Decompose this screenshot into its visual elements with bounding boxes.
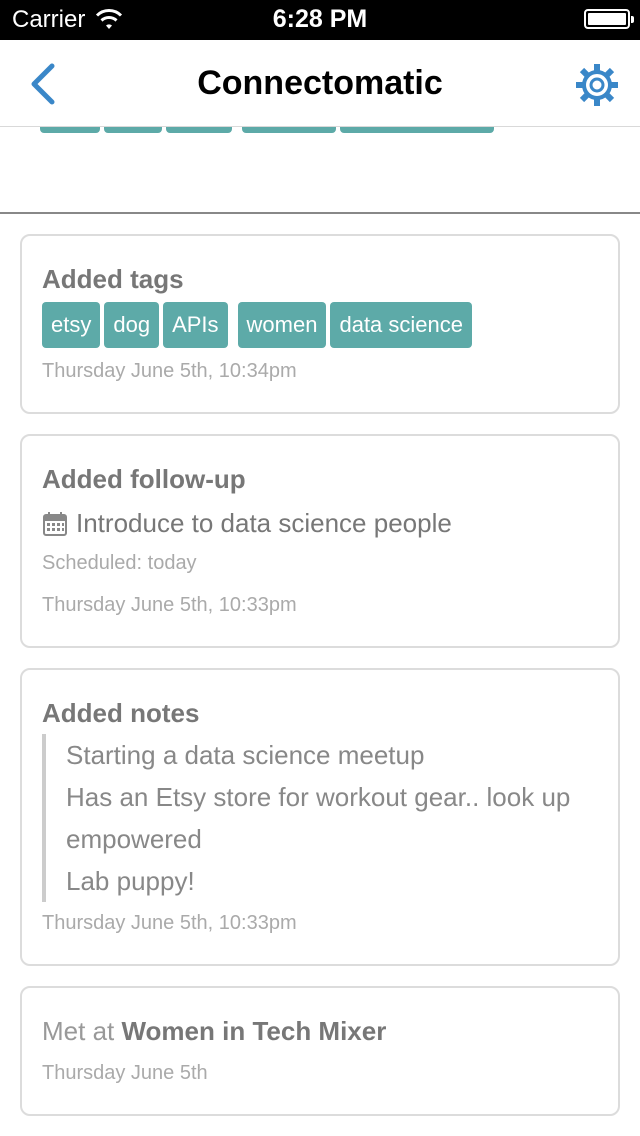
gear-icon	[576, 64, 618, 106]
activity-card-met: Met at Women in Tech Mixer Thursday June…	[20, 986, 620, 1116]
tag-chip[interactable]: women	[237, 302, 327, 348]
settings-button[interactable]	[574, 62, 620, 108]
timestamp: Thursday June 5th, 10:33pm	[42, 912, 297, 934]
met-at-line: Met at Women in Tech Mixer	[42, 1016, 386, 1047]
page-title: Connectomatic	[197, 64, 443, 102]
followup-text: Introduce to data science people	[76, 508, 452, 538]
timestamp: Thursday June 5th, 10:33pm	[42, 594, 297, 616]
battery-icon	[584, 9, 634, 29]
followup-item[interactable]: Introduce to data science people	[42, 508, 452, 539]
tag-list: etsy dog APIs women data science	[42, 302, 472, 348]
section-divider	[0, 212, 640, 214]
note-line: empowered	[66, 824, 202, 854]
note-line: Has an Etsy store for workout gear.. loo…	[66, 782, 571, 812]
tag-chip[interactable]: dog	[104, 302, 160, 348]
activity-card-followup: Added follow-up Introduce to data scienc…	[20, 434, 620, 648]
event-name[interactable]: Women in Tech Mixer	[121, 1016, 386, 1046]
card-title: Added notes	[42, 698, 200, 728]
calendar-icon	[43, 511, 67, 536]
notes-quote: Starting a data science meetup Has an Et…	[42, 734, 570, 902]
card-title: Added follow-up	[42, 464, 246, 494]
met-prefix: Met at	[42, 1016, 115, 1046]
note-line: Starting a data science meetup	[66, 740, 425, 770]
note-line: Lab puppy!	[66, 866, 195, 896]
activity-card-notes: Added notes Starting a data science meet…	[20, 668, 620, 966]
tag-chip[interactable]: APIs	[163, 302, 228, 348]
tag-chip[interactable]: data science	[330, 302, 472, 348]
scheduled-label: Scheduled: today	[42, 552, 197, 574]
status-bar: Carrier 6:28 PM	[0, 0, 640, 40]
timestamp: Thursday June 5th	[42, 1062, 208, 1084]
activity-card-tags: Added tags etsy dog APIs women data scie…	[20, 234, 620, 414]
clipped-tag-row	[40, 127, 494, 133]
timestamp: Thursday June 5th, 10:34pm	[42, 360, 297, 382]
nav-bar: Connectomatic	[0, 40, 640, 127]
card-title: Added tags	[42, 264, 184, 294]
tag-chip[interactable]: etsy	[42, 302, 101, 348]
status-time: 6:28 PM	[272, 5, 368, 33]
